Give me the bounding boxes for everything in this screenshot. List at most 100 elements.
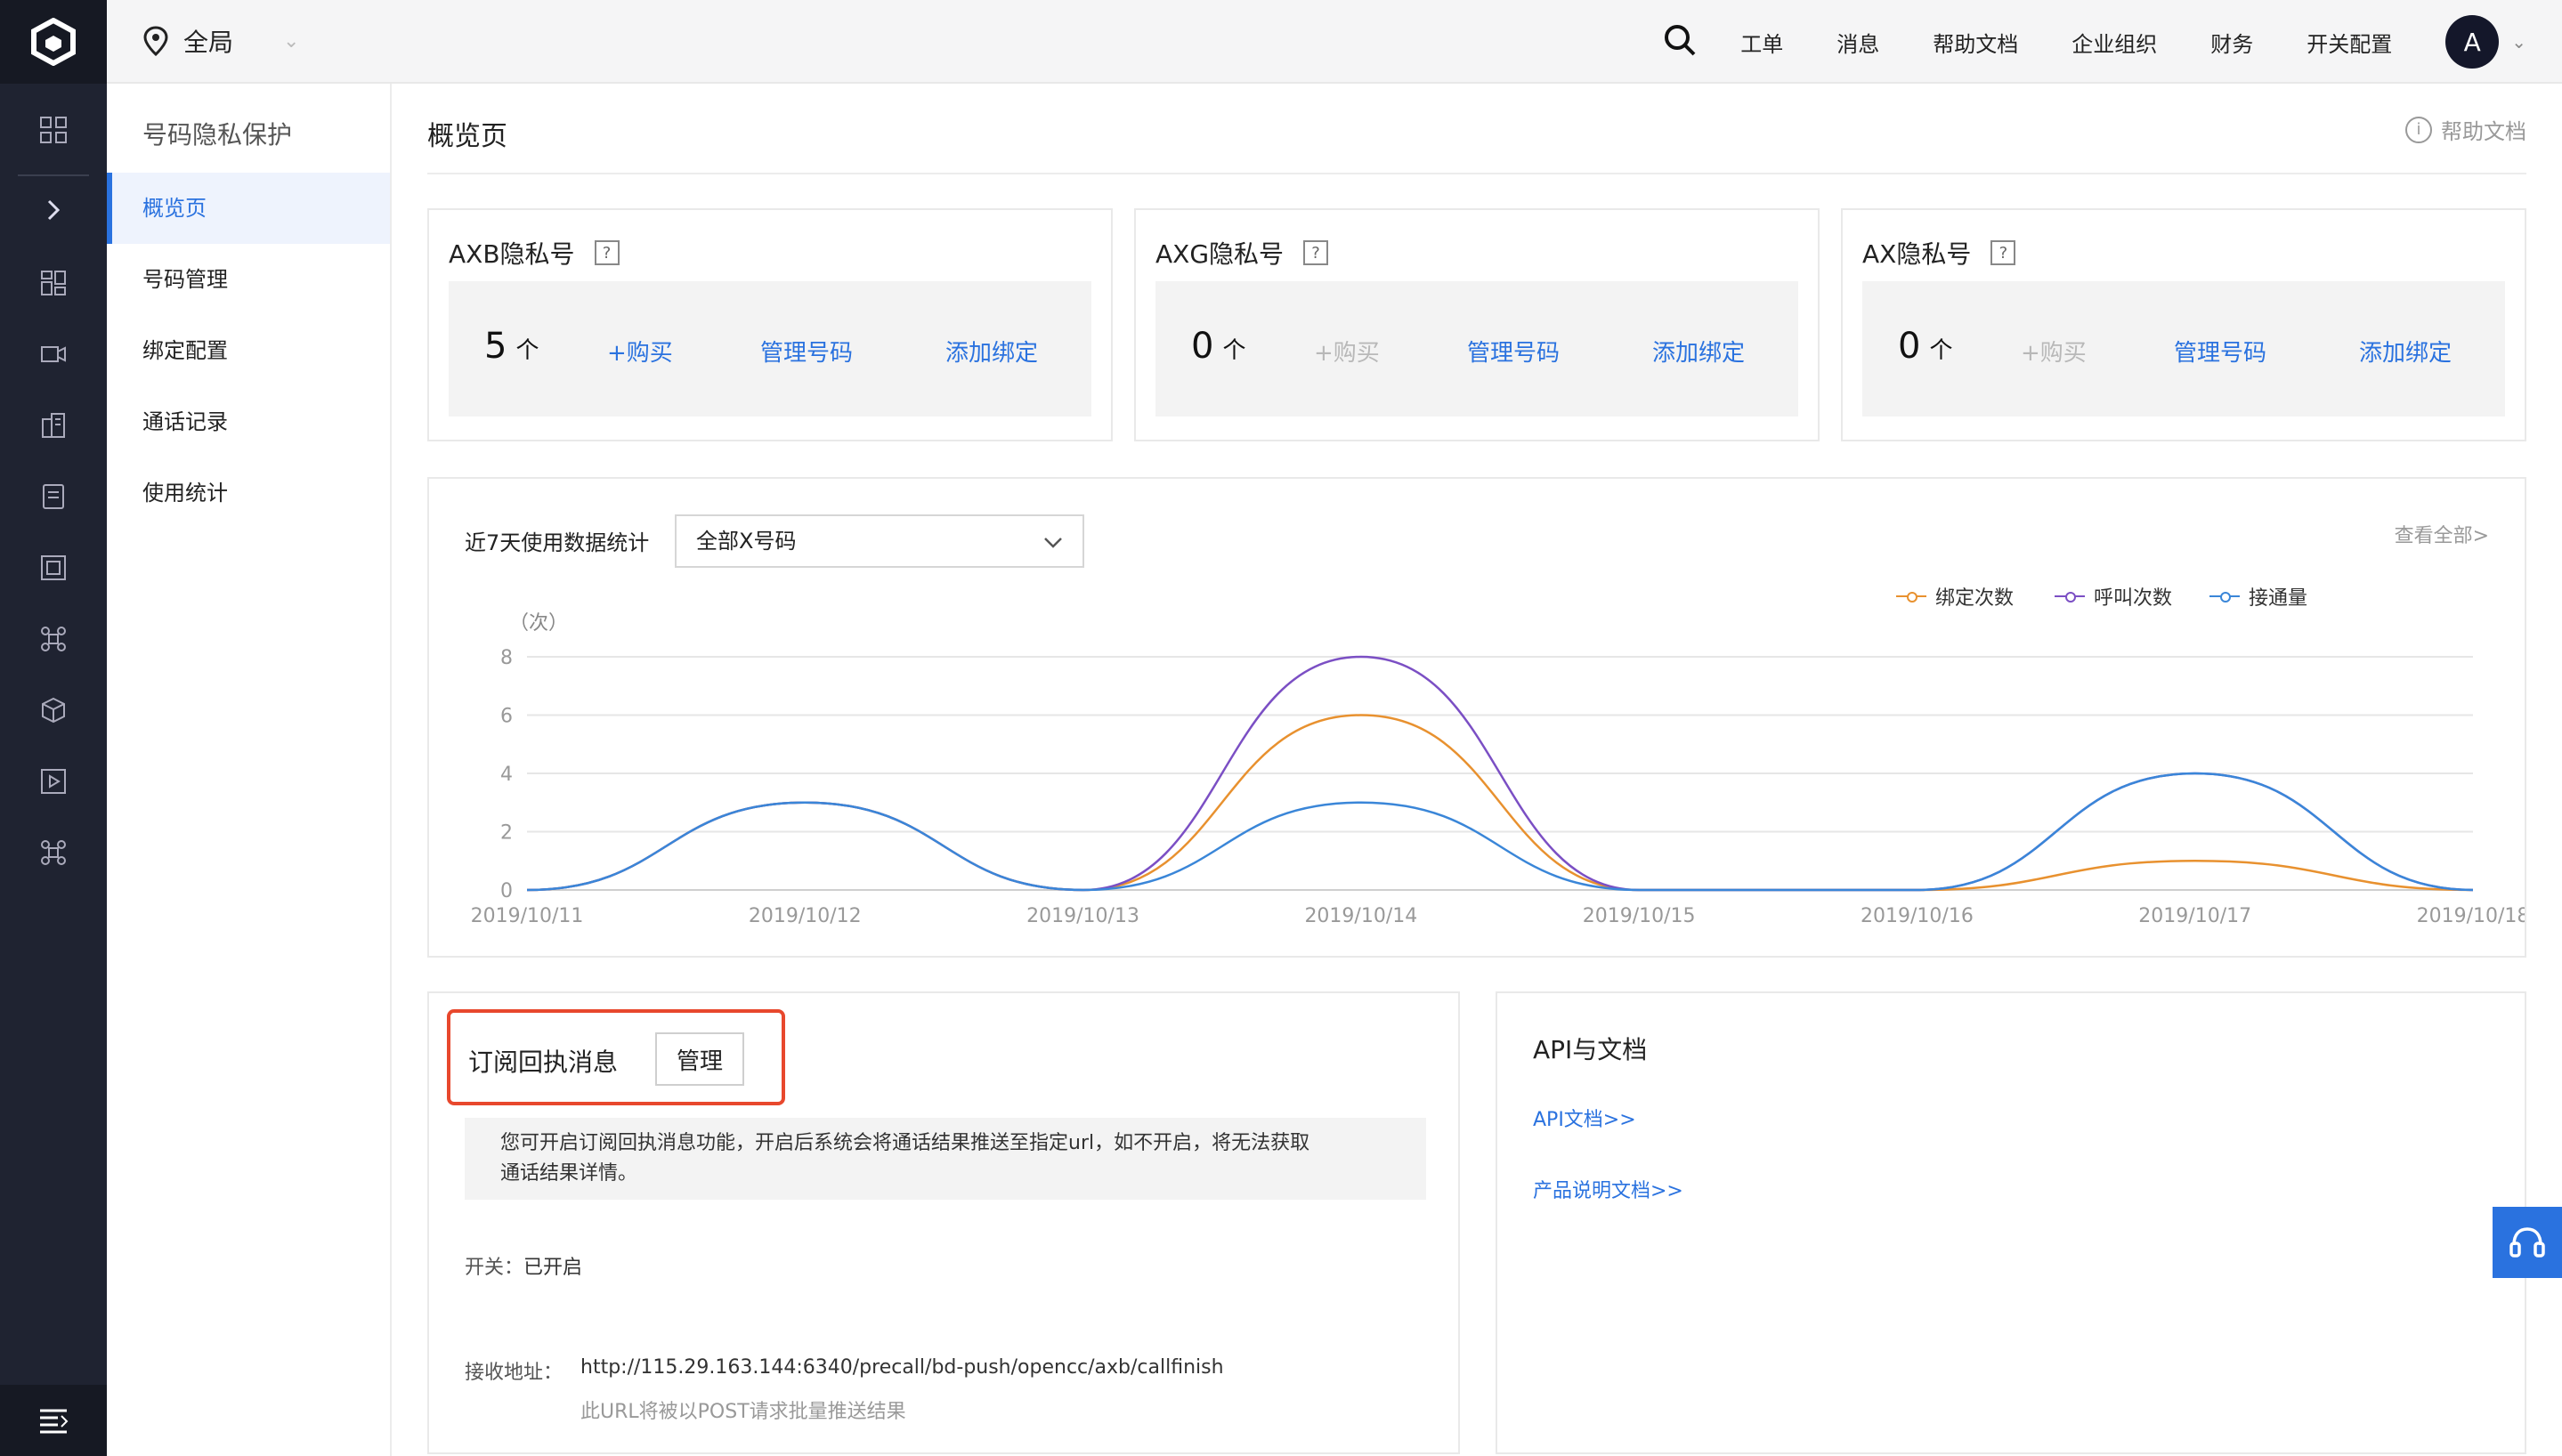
- help-question-icon[interactable]: ?: [594, 240, 620, 265]
- x-tick-label: 2019/10/11: [471, 905, 584, 927]
- product-sidebar: 号码隐私保护 概览页 号码管理 绑定配置 通话记录 使用统计: [107, 84, 392, 1456]
- number-count: 0个: [1898, 326, 1952, 367]
- number-count: 5个: [484, 326, 539, 367]
- card-title-text: AX隐私号: [1862, 239, 1972, 269]
- grid-icon[interactable]: [36, 265, 71, 301]
- product-title: 号码隐私保护: [142, 120, 293, 150]
- count-value: 0: [1191, 326, 1214, 367]
- subscription-description: 您可开启订阅回执消息功能，开启后系统会将通话结果推送至指定url，如不开启，将无…: [465, 1118, 1426, 1200]
- number-count: 0个: [1191, 326, 1245, 367]
- sidebar-item-overview[interactable]: 概览页: [107, 173, 390, 244]
- card-title: AXB隐私号 ?: [449, 235, 620, 271]
- buy-link[interactable]: +购买: [607, 335, 673, 368]
- subscription-title: 订阅回执消息: [468, 1048, 619, 1077]
- sidebar-item-number-management[interactable]: 号码管理: [107, 244, 390, 315]
- headset-icon: [2509, 1227, 2545, 1258]
- avatar-chevron-icon[interactable]: ⌄: [2511, 31, 2526, 53]
- desc-line-2: 通话结果详情。: [500, 1162, 638, 1185]
- document-icon[interactable]: [36, 479, 71, 514]
- help-question-icon[interactable]: ?: [1303, 240, 1329, 265]
- page-help-label: 帮助文档: [2441, 119, 2526, 144]
- main-content: 概览页 i 帮助文档 AXB隐私号 ? 5个 +购买 管理号码 添加绑定 AXG…: [392, 84, 2562, 1456]
- manage-numbers-link[interactable]: 管理号码: [760, 335, 853, 368]
- add-binding-link[interactable]: 添加绑定: [2359, 335, 2452, 368]
- manage-button[interactable]: 管理: [655, 1032, 744, 1086]
- manage-numbers-link[interactable]: 管理号码: [1467, 335, 1560, 368]
- y-tick-label: 0: [500, 880, 513, 902]
- x-tick-label: 2019/10/12: [749, 905, 862, 927]
- number-card-ax: AX隐私号 ? 0个 +购买 管理号码 添加绑定: [1841, 208, 2526, 441]
- nav-organization[interactable]: 企业组织: [2071, 27, 2157, 58]
- title-divider: [427, 173, 2526, 174]
- nav-finance[interactable]: 财务: [2210, 27, 2253, 58]
- nav-switch-config[interactable]: 开关配置: [2307, 27, 2392, 58]
- x-tick-label: 2019/10/13: [1026, 905, 1139, 927]
- sidebar-menu: 概览页 号码管理 绑定配置 通话记录 使用统计: [107, 173, 390, 529]
- x-tick-label: 2019/10/14: [1304, 905, 1417, 927]
- expand-icon[interactable]: [36, 192, 71, 228]
- switch-label: 开关：: [465, 1257, 524, 1279]
- card-title: AXG隐私号 ?: [1155, 235, 1329, 271]
- y-tick-label: 6: [500, 706, 513, 728]
- card-title-text: AXB隐私号: [449, 239, 575, 269]
- nav-workorder[interactable]: 工单: [1740, 27, 1783, 58]
- number-card-axb: AXB隐私号 ? 5个 +购买 管理号码 添加绑定: [427, 208, 1113, 441]
- card-title: AX隐私号 ?: [1862, 235, 2016, 271]
- product-docs-link[interactable]: 产品说明文档>>: [1533, 1175, 1683, 1203]
- rail-divider: [18, 174, 89, 176]
- card-body: 0个 +购买 管理号码 添加绑定: [1862, 281, 2505, 417]
- play-icon[interactable]: [36, 764, 71, 799]
- icon-rail: [0, 0, 107, 1456]
- x-tick-label: 2019/10/16: [1861, 905, 1974, 927]
- logo-icon[interactable]: [0, 0, 107, 84]
- url-label: 接收地址：: [465, 1362, 563, 1384]
- cube-icon[interactable]: [36, 692, 71, 728]
- count-value: 0: [1898, 326, 1921, 367]
- command-icon[interactable]: [36, 621, 71, 657]
- buy-link[interactable]: +购买: [2021, 335, 2087, 368]
- line-chart: 0 2 4 6 8 2019/10/11 2019/10/12 2019/10/13 2019/…: [471, 647, 2525, 927]
- region-selector[interactable]: 全局 ⌄: [142, 23, 299, 59]
- count-value: 5: [484, 326, 507, 367]
- nav-messages[interactable]: 消息: [1836, 27, 1879, 58]
- url-row: 接收地址： http://115.29.163.144:6340/precall…: [465, 1356, 1224, 1385]
- building-icon[interactable]: [36, 408, 71, 443]
- url-note: 此URL将被以POST请求批量推送结果: [580, 1401, 906, 1423]
- page-help-link[interactable]: i 帮助文档: [2405, 114, 2526, 145]
- x-tick-label: 2019/10/15: [1583, 905, 1696, 927]
- support-button[interactable]: [2493, 1207, 2562, 1278]
- sidebar-item-call-records[interactable]: 通话记录: [107, 386, 390, 457]
- card-title-text: AXG隐私号: [1155, 239, 1285, 269]
- y-tick-label: 2: [500, 822, 513, 845]
- menu-toggle-icon[interactable]: [0, 1385, 107, 1456]
- location-pin-icon: [143, 26, 168, 56]
- desc-line-1: 您可开启订阅回执消息功能，开启后系统会将通话结果推送至指定url，如不开启，将无…: [500, 1132, 1310, 1154]
- count-unit: 个: [1929, 337, 1953, 364]
- switch-row: 开关： 已开启: [465, 1251, 582, 1280]
- add-binding-link[interactable]: 添加绑定: [1652, 335, 1745, 368]
- api-title: API与文档: [1533, 1035, 1648, 1064]
- buy-link[interactable]: +购买: [1314, 335, 1380, 368]
- info-icon: i: [2405, 116, 2432, 143]
- video-icon[interactable]: [36, 336, 71, 372]
- top-header: 全局 ⌄ 工单 消息 帮助文档 企业组织 财务 开关配置 A ⌄: [107, 0, 2562, 84]
- count-unit: 个: [1222, 337, 1246, 364]
- chevron-down-icon: ⌄: [283, 29, 300, 53]
- avatar[interactable]: A: [2445, 15, 2500, 69]
- subscription-card: 订阅回执消息 管理 您可开启订阅回执消息功能，开启后系统会将通话结果推送至指定u…: [427, 991, 1460, 1454]
- search-icon[interactable]: [1662, 22, 1698, 61]
- frame-icon[interactable]: [36, 550, 71, 586]
- x-tick-label: 2019/10/18: [2417, 905, 2525, 927]
- api-docs-link[interactable]: API文档>>: [1533, 1104, 1636, 1132]
- sidebar-item-usage-stats[interactable]: 使用统计: [107, 457, 390, 529]
- help-question-icon[interactable]: ?: [1990, 240, 2016, 265]
- manage-numbers-link[interactable]: 管理号码: [2174, 335, 2266, 368]
- dashboard-icon[interactable]: [36, 112, 71, 148]
- nav-help-docs[interactable]: 帮助文档: [1933, 27, 2018, 58]
- sidebar-item-binding-config[interactable]: 绑定配置: [107, 315, 390, 386]
- switch-status: 已开启: [523, 1257, 583, 1279]
- usage-chart-card: 近7天使用数据统计 全部X号码 查看全部> （次） 绑定次数 呼叫次数 接通量 …: [427, 477, 2526, 958]
- add-binding-link[interactable]: 添加绑定: [945, 335, 1038, 368]
- card-body: 5个 +购买 管理号码 添加绑定: [449, 281, 1091, 417]
- command-icon-2[interactable]: [36, 835, 71, 870]
